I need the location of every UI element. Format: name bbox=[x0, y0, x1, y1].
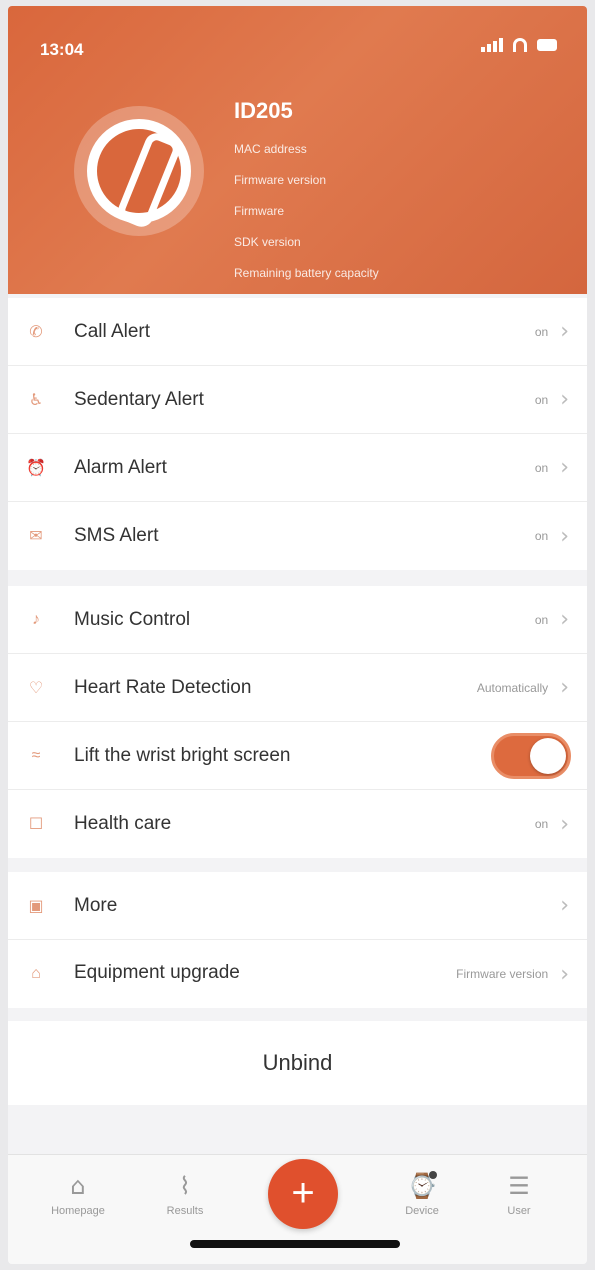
toggle-knob bbox=[530, 737, 566, 774]
controls-group: ♪ Music Control on › ♡ Heart Rate Detect… bbox=[8, 586, 587, 858]
sms-alert-label: SMS Alert bbox=[74, 525, 159, 546]
alarm-alert-label: Alarm Alert bbox=[74, 456, 167, 478]
sedentary-alert-value: on bbox=[534, 392, 549, 407]
sedentary-alert-label: Sedentary Alert bbox=[74, 388, 204, 410]
call-alert-row[interactable]: ✆ Call Alert on › bbox=[8, 298, 587, 366]
tab-label: Homepage bbox=[51, 1205, 105, 1217]
more-label: More bbox=[74, 894, 118, 916]
chevron-right-icon: › bbox=[560, 607, 569, 632]
lift-wrist-row: ≈ Lift the wrist bright screen bbox=[8, 722, 587, 790]
health-care-value: on bbox=[534, 817, 549, 831]
sms-alert-row[interactable]: ✉ SMS Alert on › bbox=[8, 502, 587, 570]
device-name: ID205 bbox=[234, 98, 293, 123]
tab-label: User bbox=[507, 1205, 531, 1217]
music-control-value: on bbox=[534, 612, 549, 627]
tab-device[interactable]: ⌚ Device bbox=[377, 1171, 467, 1217]
phone-icon: ✆ bbox=[29, 323, 43, 341]
device-battery: Remaining battery capacity bbox=[234, 266, 379, 280]
tab-results[interactable]: ⌇ Results bbox=[140, 1171, 230, 1217]
health-care-row[interactable]: ☐ Health care on › bbox=[8, 790, 587, 858]
battery-icon bbox=[537, 39, 557, 51]
wrist-icon: ≈ bbox=[31, 746, 41, 764]
sedentary-icon: ♿ bbox=[28, 391, 44, 409]
add-button[interactable]: + bbox=[268, 1159, 338, 1229]
more-row[interactable]: ▣ More › bbox=[8, 872, 587, 940]
tab-label: Device bbox=[405, 1205, 439, 1217]
status-bar: 13:04 bbox=[8, 6, 587, 76]
device-firmware: Firmware bbox=[234, 204, 284, 218]
device-header: 13:04 ID205 MAC address Firmware version… bbox=[8, 6, 587, 294]
status-icons bbox=[481, 38, 557, 52]
music-control-row[interactable]: ♪ Music Control on › bbox=[8, 586, 587, 654]
device-mac: MAC address bbox=[234, 142, 307, 156]
tab-label: Results bbox=[166, 1205, 204, 1217]
tab-homepage[interactable]: ⌂ Homepage bbox=[33, 1171, 123, 1217]
music-control-label: Music Control bbox=[74, 608, 191, 630]
tab-user[interactable]: ☰ User bbox=[474, 1171, 564, 1217]
device-firmware-version: Firmware version bbox=[234, 173, 327, 187]
sedentary-alert-row[interactable]: ♿ Sedentary Alert on › bbox=[8, 366, 587, 434]
lift-wrist-label: Lift the wrist bright screen bbox=[74, 744, 291, 766]
alerts-group: ✆ Call Alert on › ♿ Sedentary Alert on ›… bbox=[8, 298, 587, 570]
device-info: ID205 MAC address Firmware version Firmw… bbox=[234, 98, 379, 289]
chevron-right-icon: › bbox=[560, 455, 569, 480]
wifi-icon bbox=[513, 38, 527, 52]
more-icon: ▣ bbox=[28, 897, 44, 915]
sms-alert-value: on bbox=[534, 529, 549, 543]
alarm-alert-row[interactable]: ⏰ Alarm Alert on › bbox=[8, 434, 587, 502]
user-icon: ☰ bbox=[508, 1172, 530, 1200]
notification-dot bbox=[429, 1171, 437, 1179]
heart-rate-icon: ♡ bbox=[28, 679, 44, 697]
call-alert-value: on bbox=[534, 324, 549, 339]
health-care-label: Health care bbox=[74, 813, 172, 834]
chart-icon: ⌇ bbox=[179, 1172, 191, 1200]
equipment-upgrade-label: Equipment upgrade bbox=[74, 962, 240, 983]
more-group: ▣ More › ⌂ Equipment upgrade Firmware ve… bbox=[8, 872, 587, 1008]
unbind-button[interactable]: Unbind bbox=[8, 1021, 587, 1105]
device-logo bbox=[74, 106, 204, 236]
chevron-right-icon: › bbox=[560, 675, 569, 700]
alarm-icon: ⏰ bbox=[26, 459, 46, 477]
chevron-right-icon: › bbox=[560, 961, 569, 987]
heart-rate-row[interactable]: ♡ Heart Rate Detection Automatically › bbox=[8, 654, 587, 722]
device-sdk-version: SDK version bbox=[234, 235, 301, 249]
signal-icon bbox=[481, 38, 503, 52]
health-icon: ☐ bbox=[28, 816, 44, 833]
chevron-right-icon: › bbox=[560, 387, 569, 412]
heart-rate-label: Heart Rate Detection bbox=[74, 676, 252, 698]
music-icon: ♪ bbox=[32, 610, 40, 628]
band-icon bbox=[87, 119, 191, 223]
heart-rate-value: Automatically bbox=[476, 680, 549, 695]
home-icon: ⌂ bbox=[70, 1172, 86, 1200]
watch-icon: ⌚ bbox=[407, 1172, 437, 1200]
upgrade-icon: ⌂ bbox=[31, 965, 41, 982]
alarm-alert-value: on bbox=[534, 460, 549, 475]
chevron-right-icon: › bbox=[560, 523, 569, 549]
chevron-right-icon: › bbox=[560, 893, 569, 918]
equipment-upgrade-row[interactable]: ⌂ Equipment upgrade Firmware version › bbox=[8, 940, 587, 1008]
equipment-upgrade-value: Firmware version bbox=[456, 967, 549, 981]
call-alert-label: Call Alert bbox=[74, 320, 151, 342]
status-time: 13:04 bbox=[40, 40, 84, 59]
sms-icon: ✉ bbox=[29, 528, 43, 545]
chevron-right-icon: › bbox=[560, 319, 569, 344]
home-indicator bbox=[190, 1240, 400, 1248]
lift-wrist-toggle[interactable] bbox=[491, 732, 571, 779]
phone-screen: 13:04 ID205 MAC address Firmware version… bbox=[8, 6, 587, 1264]
chevron-right-icon: › bbox=[560, 811, 569, 837]
